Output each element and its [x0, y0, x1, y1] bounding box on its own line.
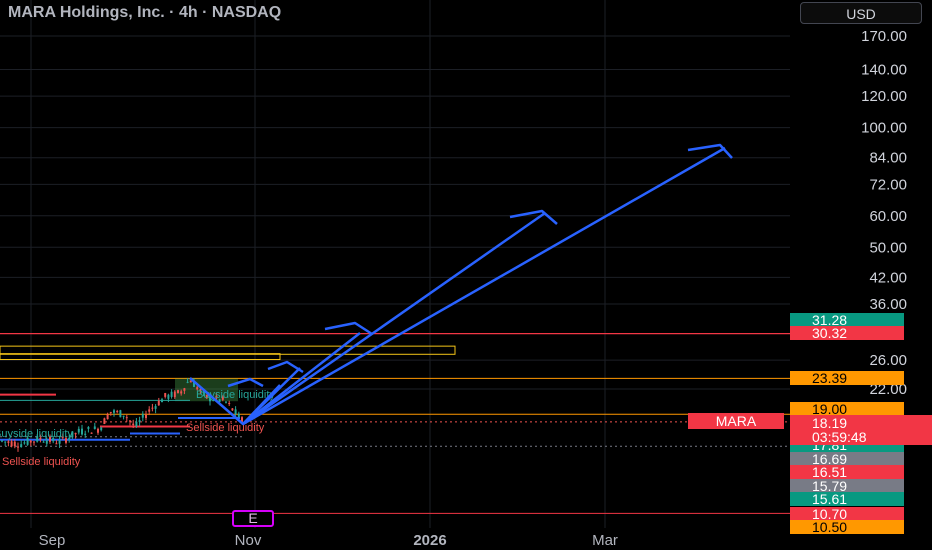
- candle-body: [157, 400, 160, 406]
- candle-body: [55, 443, 58, 445]
- price-tag-label: 15.61: [812, 491, 847, 507]
- candle-body: [183, 388, 186, 391]
- candle-body: [186, 381, 189, 383]
- candle-body: [74, 432, 77, 435]
- candle-body: [170, 391, 173, 397]
- price-axis-label: 72.00: [869, 176, 907, 193]
- candle-body: [122, 415, 125, 417]
- price-tag-label: 23.39: [812, 370, 847, 386]
- candle-body: [167, 394, 170, 399]
- candle-body: [231, 408, 234, 411]
- candle-body: [135, 421, 138, 427]
- symbol-tag-label: MARA: [716, 413, 757, 429]
- candle-body: [87, 427, 90, 429]
- candle-body: [138, 420, 141, 422]
- price-axis-label: 84.00: [869, 150, 907, 167]
- candle-body: [100, 427, 103, 431]
- candle-body: [20, 444, 23, 447]
- candle-body: [4, 441, 7, 443]
- symbol-price-tag: MARA 18.19 03:59:48: [688, 413, 932, 445]
- price-chart[interactable]: Buyside liquidity Sellside liquidity Buy…: [0, 0, 932, 550]
- price-axis-label: 60.00: [869, 208, 907, 225]
- candle-body: [17, 446, 19, 448]
- candle-body: [119, 410, 122, 418]
- candle-body: [189, 380, 192, 383]
- candle-body: [228, 402, 231, 404]
- projection-arrowhead-third: [324, 321, 373, 336]
- annotation-buyside-liquidity-left: Buyside liquidity: [0, 428, 73, 440]
- currency-button[interactable]: USD: [800, 2, 922, 24]
- candle-body: [177, 390, 179, 393]
- earnings-marker[interactable]: E: [232, 510, 274, 527]
- candle-body: [29, 440, 32, 443]
- price-axis-label: 50.00: [869, 239, 907, 256]
- chart-title: MARA Holdings, Inc. · 4h · NASDAQ: [8, 4, 282, 21]
- candle-body: [154, 406, 157, 409]
- candle-body: [234, 409, 237, 415]
- candle-body: [10, 441, 13, 447]
- candle-body: [109, 411, 112, 413]
- price-axis[interactable]: 170.00 140.00 120.00 100.00 84.00 72.00 60.00 5…: [861, 28, 907, 398]
- candle-body: [141, 413, 144, 418]
- candle-body: [173, 391, 176, 398]
- candle-body: [237, 413, 240, 418]
- time-axis-label: Nov: [235, 532, 262, 549]
- earnings-marker-label: E: [248, 510, 257, 526]
- projection-arrow-second: [242, 211, 546, 426]
- price-axis-label: 100.00: [861, 120, 907, 137]
- candle-body: [93, 426, 96, 429]
- candle-body: [180, 391, 183, 394]
- price-axis-label: 42.00: [869, 269, 907, 286]
- candle-body: [81, 428, 83, 435]
- candle-body: [1, 440, 3, 442]
- price-tag-label: 30.32: [812, 325, 847, 341]
- candle-body: [225, 401, 227, 403]
- time-axis-label: 2026: [413, 532, 446, 549]
- projection-arrows: [189, 143, 733, 426]
- countdown-label: 03:59:48: [812, 429, 867, 445]
- candle-body: [164, 393, 167, 397]
- candle-body: [42, 441, 45, 443]
- candle-body: [129, 420, 131, 422]
- chart-grid: [0, 0, 790, 528]
- projection-arrow-main: [189, 146, 726, 426]
- candle-body: [45, 440, 48, 444]
- candle-body: [58, 439, 61, 444]
- candle-body: [132, 423, 135, 426]
- price-axis-label: 120.00: [861, 88, 907, 105]
- candle-body: [97, 428, 99, 433]
- candle-body: [90, 432, 93, 434]
- candle-body: [161, 399, 163, 403]
- time-axis[interactable]: Sep Nov 2026 Mar: [39, 532, 618, 549]
- annotation-sellside-liquidity: Sellside liquidity: [186, 422, 265, 434]
- price-axis-label: 140.00: [861, 62, 907, 79]
- candle-body: [116, 411, 119, 413]
- candle-body: [7, 441, 10, 443]
- candle-body: [23, 442, 26, 444]
- candle-body: [77, 428, 80, 433]
- candle-body: [13, 441, 16, 447]
- candle-body: [151, 407, 154, 409]
- annotation-sellside-liquidity-left: Sellside liquidity: [2, 456, 81, 468]
- candle-body: [106, 414, 109, 420]
- price-axis-label: 170.00: [861, 28, 907, 45]
- candle-body: [145, 414, 147, 419]
- price-axis-label: 36.00: [869, 296, 907, 313]
- price-axis-label: 26.00: [869, 352, 907, 369]
- time-axis-label: Mar: [592, 532, 618, 549]
- price-tag-label: 10.50: [812, 519, 847, 535]
- candle-body: [148, 409, 151, 412]
- candle-body: [125, 417, 128, 419]
- candle-body: [103, 418, 106, 425]
- zone-box-upper: [0, 345, 456, 355]
- candle-body: [33, 441, 35, 443]
- candle-body: [113, 410, 115, 413]
- candle-body: [84, 433, 87, 435]
- time-axis-label: Sep: [39, 532, 66, 549]
